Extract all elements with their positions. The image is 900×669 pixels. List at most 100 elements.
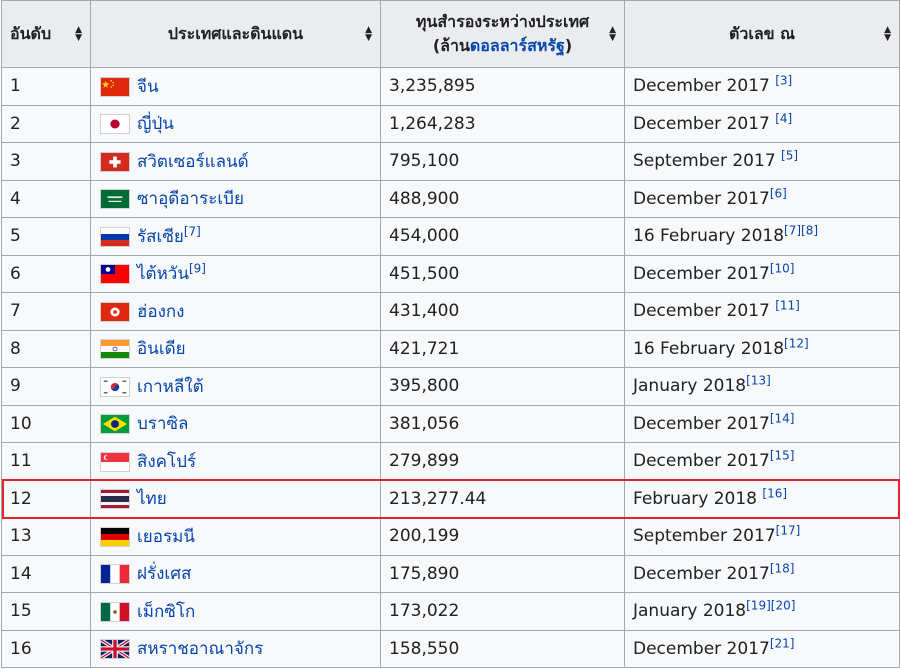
saudi-arabia-flag-icon[interactable] <box>100 189 130 210</box>
table-row: 16 สหราชอาณาจักร 158,550 December 2017[2… <box>1 629 900 668</box>
rank-value: 4 <box>10 188 21 209</box>
citation-link[interactable]: [12] <box>784 336 809 350</box>
table-row: 4 ซาอุดีอาระเบีย 488,900 December 2017[6… <box>1 179 900 218</box>
germany-flag-icon[interactable] <box>100 526 130 547</box>
thailand-flag-icon[interactable] <box>100 489 130 510</box>
citation-link[interactable]: [16] <box>762 486 787 500</box>
citation-link[interactable]: [13] <box>746 374 771 388</box>
reserves-cell: 173,022 <box>380 592 625 631</box>
japan-flag-icon[interactable] <box>100 114 130 135</box>
rank-cell: 7 <box>1 292 91 331</box>
rank-value: 5 <box>10 226 21 247</box>
header-country[interactable]: ประเทศและดินแดน ▲ ▼ <box>90 0 381 68</box>
reserves-cell: 200,199 <box>380 517 625 556</box>
france-flag-icon[interactable] <box>100 564 130 585</box>
country-link[interactable]: สิงคโปร์ <box>137 452 196 472</box>
country-link[interactable]: บราซิล <box>137 414 188 434</box>
country-link[interactable]: เม็กซิโก <box>137 602 195 622</box>
date-value: December 2017 <box>633 413 770 434</box>
usd-link[interactable]: ดอลลาร์สหรัฐ <box>470 36 565 55</box>
rank-value: 2 <box>10 113 21 134</box>
hong-kong-flag-icon[interactable] <box>100 301 130 322</box>
country-citation[interactable]: [7] <box>184 224 201 238</box>
citation-link[interactable]: [4] <box>775 111 792 125</box>
reserves-value: 421,721 <box>389 338 460 359</box>
rank-cell: 13 <box>1 517 91 556</box>
reserves-value: 795,100 <box>389 151 460 172</box>
rank-cell: 15 <box>1 592 91 631</box>
citation-link[interactable]: [15] <box>770 449 795 463</box>
header-rank-label: อันดับ <box>10 24 52 43</box>
country-cell: ไทย <box>90 479 381 518</box>
south-korea-flag-icon[interactable] <box>100 376 130 397</box>
country-cell: รัสเซีย[7] <box>90 217 381 256</box>
country-link[interactable]: ญี่ปุ่น <box>137 114 174 134</box>
country-link[interactable]: ฮ่องกง <box>137 302 184 322</box>
reserves-value: 454,000 <box>389 226 460 247</box>
united-kingdom-flag-icon[interactable] <box>100 639 130 660</box>
mexico-flag-icon[interactable] <box>100 601 130 622</box>
country-link[interactable]: จีน <box>137 77 159 97</box>
citation-link[interactable]: [3] <box>775 74 792 88</box>
date-value: September 2017 <box>633 526 776 547</box>
header-rank[interactable]: อันดับ ▲ ▼ <box>1 0 91 68</box>
country-cell: ฮ่องกง <box>90 292 381 331</box>
citation-link[interactable]: [6] <box>770 186 787 200</box>
reserves-table: อันดับ ▲ ▼ ประเทศและดินแดน ▲ ▼ ทุนสำรองระห… <box>1 0 900 668</box>
country-link[interactable]: ซาอุดีอาระเบีย <box>137 189 244 209</box>
rank-cell: 2 <box>1 104 91 143</box>
rank-cell: 9 <box>1 367 91 406</box>
rank-cell: 5 <box>1 217 91 256</box>
country-cell: สิงคโปร์ <box>90 442 381 481</box>
reserves-value: 1,264,283 <box>389 113 476 134</box>
reserves-cell: 279,899 <box>380 442 625 481</box>
header-date[interactable]: ตัวเลข ณ ▲ ▼ <box>624 0 900 68</box>
country-link[interactable]: อินเดีย <box>137 339 186 359</box>
country-link[interactable]: ไทย <box>137 489 167 509</box>
sort-icon[interactable]: ▲ ▼ <box>75 26 82 43</box>
sort-icon[interactable]: ▲ ▼ <box>365 26 372 43</box>
sort-icon[interactable]: ▲ ▼ <box>609 26 616 43</box>
rank-value: 14 <box>10 563 32 584</box>
country-cell: จีน <box>90 67 381 106</box>
rank-value: 15 <box>10 601 32 622</box>
sort-icon[interactable]: ▲ ▼ <box>884 26 891 43</box>
reserves-value: 488,900 <box>389 188 460 209</box>
brazil-flag-icon[interactable] <box>100 414 130 435</box>
reserves-cell: 158,550 <box>380 629 625 668</box>
reserves-value: 175,890 <box>389 563 460 584</box>
country-link[interactable]: เยอรมนี <box>137 527 195 547</box>
table-header-row: อันดับ ▲ ▼ ประเทศและดินแดน ▲ ▼ ทุนสำรองระห… <box>1 0 900 68</box>
country-link[interactable]: เกาหลีใต้ <box>137 377 204 397</box>
header-date-label: ตัวเลข ณ <box>729 24 795 43</box>
date-value: January 2018 <box>633 601 747 622</box>
citation-link[interactable]: [21] <box>770 636 795 650</box>
reserves-value: 200,199 <box>389 526 460 547</box>
taiwan-flag-icon[interactable] <box>100 264 130 285</box>
citation-link[interactable]: [18] <box>770 561 795 575</box>
singapore-flag-icon[interactable] <box>100 451 130 472</box>
country-link[interactable]: รัสเซีย <box>137 227 184 247</box>
china-flag-icon[interactable] <box>100 76 130 97</box>
citation-link[interactable]: [10] <box>770 261 795 275</box>
date-value: December 2017 <box>633 301 776 322</box>
citation-link[interactable]: [19][20] <box>746 599 795 613</box>
citation-link[interactable]: [11] <box>775 299 800 313</box>
india-flag-icon[interactable] <box>100 339 130 360</box>
citation-link[interactable]: [5] <box>781 149 798 163</box>
switzerland-flag-icon[interactable] <box>100 151 130 172</box>
header-reserves[interactable]: ทุนสำรองระหว่างประเทศ (ล้านดอลลาร์สหรัฐ)… <box>380 0 625 68</box>
citation-link[interactable]: [7][8] <box>784 224 818 238</box>
country-citation[interactable]: [9] <box>189 262 206 276</box>
country-cell: ไต้หวัน[9] <box>90 254 381 293</box>
country-link[interactable]: ไต้หวัน <box>137 264 189 284</box>
country-link[interactable]: สหราชอาณาจักร <box>137 639 263 659</box>
citation-link[interactable]: [17] <box>776 524 801 538</box>
russia-flag-icon[interactable] <box>100 226 130 247</box>
citation-link[interactable]: [14] <box>770 411 795 425</box>
country-link[interactable]: สวิตเซอร์แลนด์ <box>137 152 249 172</box>
date-cell: 16 February 2018[12] <box>624 329 900 368</box>
date-cell: December 2017[18] <box>624 554 900 593</box>
rank-value: 9 <box>10 376 21 397</box>
country-link[interactable]: ฝรั่งเศส <box>137 564 191 584</box>
